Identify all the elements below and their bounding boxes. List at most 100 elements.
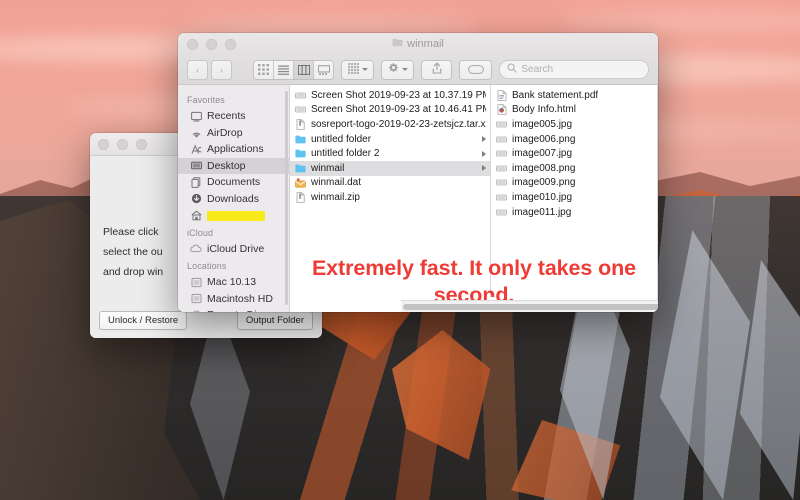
finder-content: Favorites Recents AirDrop Applications D… [178, 85, 658, 312]
finder-toolbar[interactable]: ‹ › Search [178, 55, 658, 85]
app-close-button[interactable] [98, 138, 109, 150]
file-row[interactable]: winmail.zip [290, 190, 490, 205]
sidebar-item-icloud-drive[interactable]: iCloud Drive [178, 241, 289, 258]
file-column-1[interactable]: Screen Shot 2019-09-23 at 10.37.19 PM Scr… [290, 85, 491, 312]
file-name: untitled folder [311, 133, 372, 145]
app-zoom-button[interactable] [136, 138, 147, 150]
file-row[interactable]: image006.png [491, 132, 657, 147]
finder-minimize-button[interactable] [206, 38, 217, 50]
file-row[interactable]: image011.jpg [491, 205, 657, 220]
gallery-view-icon[interactable] [314, 61, 333, 79]
file-row[interactable]: image009.png [491, 176, 657, 191]
file-name: image011.jpg [512, 206, 572, 218]
file-name: winmail [311, 162, 345, 174]
icon-view-icon[interactable] [254, 60, 275, 79]
downloads-icon [190, 193, 202, 205]
disclosure-arrow-icon[interactable] [482, 136, 486, 143]
gear-icon [387, 61, 399, 79]
list-view-icon[interactable] [274, 60, 295, 79]
image-file-icon [496, 192, 507, 203]
sidebar-scrollbar[interactable] [284, 91, 288, 305]
disclosure-arrow-icon[interactable] [482, 150, 486, 157]
sidebar-label: Downloads [207, 192, 259, 205]
search-input[interactable]: Search [499, 60, 649, 79]
share-button[interactable] [421, 59, 453, 80]
sidebar-header-locations: Locations [187, 261, 227, 271]
sidebar-item-mac-1013[interactable]: Mac 10.13 [178, 274, 289, 291]
image-file-icon [496, 163, 507, 174]
finder-close-button[interactable] [187, 38, 198, 50]
folder-icon [295, 148, 306, 159]
search-icon [507, 63, 518, 76]
file-row[interactable]: image008.png [491, 161, 657, 176]
scrollbar-thumb[interactable] [403, 303, 658, 310]
sidebar-item-remote-disc[interactable]: Remote Disc [178, 307, 289, 312]
file-row[interactable]: image005.jpg [491, 117, 657, 132]
forward-button[interactable]: › [211, 59, 232, 80]
finder-titlebar[interactable]: winmail [178, 33, 658, 55]
file-row[interactable]: winmail.dat [290, 176, 490, 191]
file-row[interactable]: Body Info.html [491, 103, 657, 118]
file-name: image008.png [512, 162, 576, 174]
output-folder-button[interactable]: Output Folder [236, 311, 313, 330]
home-icon [190, 209, 202, 221]
image-file-icon [496, 177, 507, 188]
share-icon [432, 61, 442, 79]
file-name: image006.png [512, 133, 576, 145]
desktop-icon [190, 160, 202, 172]
archive-file-icon [295, 192, 306, 203]
sidebar-item-airdrop[interactable]: AirDrop [178, 125, 289, 142]
sidebar-item-applications[interactable]: Applications [178, 141, 289, 158]
finder-sidebar[interactable]: Favorites Recents AirDrop Applications D… [178, 85, 290, 312]
sidebar-item-downloads[interactable]: Downloads [178, 191, 289, 208]
file-row[interactable]: Bank statement.pdf [491, 88, 657, 103]
file-row[interactable]: untitled folder 2 [290, 146, 490, 161]
file-row[interactable]: Screen Shot 2019-09-23 at 10.37.19 PM [290, 88, 490, 103]
finder-window-title: winmail [178, 38, 658, 50]
file-column-2[interactable]: Bank statement.pdf Body Info.html image005… [491, 85, 658, 312]
tag-icon [467, 61, 484, 79]
image-file-icon [496, 207, 507, 218]
sidebar-label: AirDrop [207, 126, 243, 139]
tags-button[interactable] [459, 59, 493, 80]
file-row[interactable]: untitled folder [290, 132, 490, 147]
folder-icon [295, 134, 306, 145]
column-browser: Screen Shot 2019-09-23 at 10.37.19 PM Scr… [290, 85, 658, 312]
back-button[interactable]: ‹ [187, 59, 208, 80]
group-by-button[interactable] [341, 59, 375, 80]
sidebar-item-recents[interactable]: Recents [178, 108, 289, 125]
unlock-restore-button[interactable]: Unlock / Restore [99, 311, 188, 330]
finder-traffic-lights[interactable] [187, 38, 236, 50]
file-row[interactable]: winmail [290, 160, 490, 176]
sidebar-header-icloud: iCloud [187, 227, 214, 238]
finder-zoom-button[interactable] [225, 38, 236, 50]
grid-icon [347, 61, 359, 79]
file-row[interactable]: sosreport-togo-2019-02-23-zetsjcz.tar.xz [290, 117, 490, 132]
image-file-icon [295, 90, 306, 101]
icloud-icon [190, 243, 202, 255]
sidebar-item-desktop[interactable]: Desktop [178, 157, 289, 174]
remote-disc-icon [190, 309, 202, 312]
app-traffic-lights[interactable] [98, 138, 147, 150]
sidebar-item-documents[interactable]: Documents [178, 174, 289, 191]
applications-icon [190, 143, 202, 155]
file-name: sosreport-togo-2019-02-23-zetsjcz.tar.xz [311, 118, 486, 130]
folder-icon [295, 163, 306, 174]
image-file-icon [496, 148, 507, 159]
disclosure-arrow-icon[interactable] [482, 165, 486, 172]
file-row[interactable]: image007.jpg [491, 146, 657, 161]
sidebar-item-macintosh-hd[interactable]: Macintosh HD [178, 291, 289, 308]
horizontal-scrollbar[interactable] [401, 300, 658, 312]
app-minimize-button[interactable] [117, 138, 128, 150]
sidebar-label: Desktop [207, 159, 246, 172]
search-placeholder: Search [521, 64, 554, 75]
nav-arrows[interactable]: ‹ › [187, 59, 232, 80]
finder-window[interactable]: winmail ‹ › Search Favorites Recents Air… [178, 33, 658, 312]
file-row[interactable]: Screen Shot 2019-09-23 at 10.46.41 PM [290, 103, 490, 118]
archive-file-icon [295, 119, 306, 130]
column-view-icon[interactable] [294, 60, 315, 79]
sidebar-item-home[interactable] [178, 207, 289, 224]
action-button[interactable] [381, 59, 415, 80]
file-row[interactable]: image010.jpg [491, 190, 657, 205]
view-mode-segmented-control[interactable] [253, 59, 335, 80]
